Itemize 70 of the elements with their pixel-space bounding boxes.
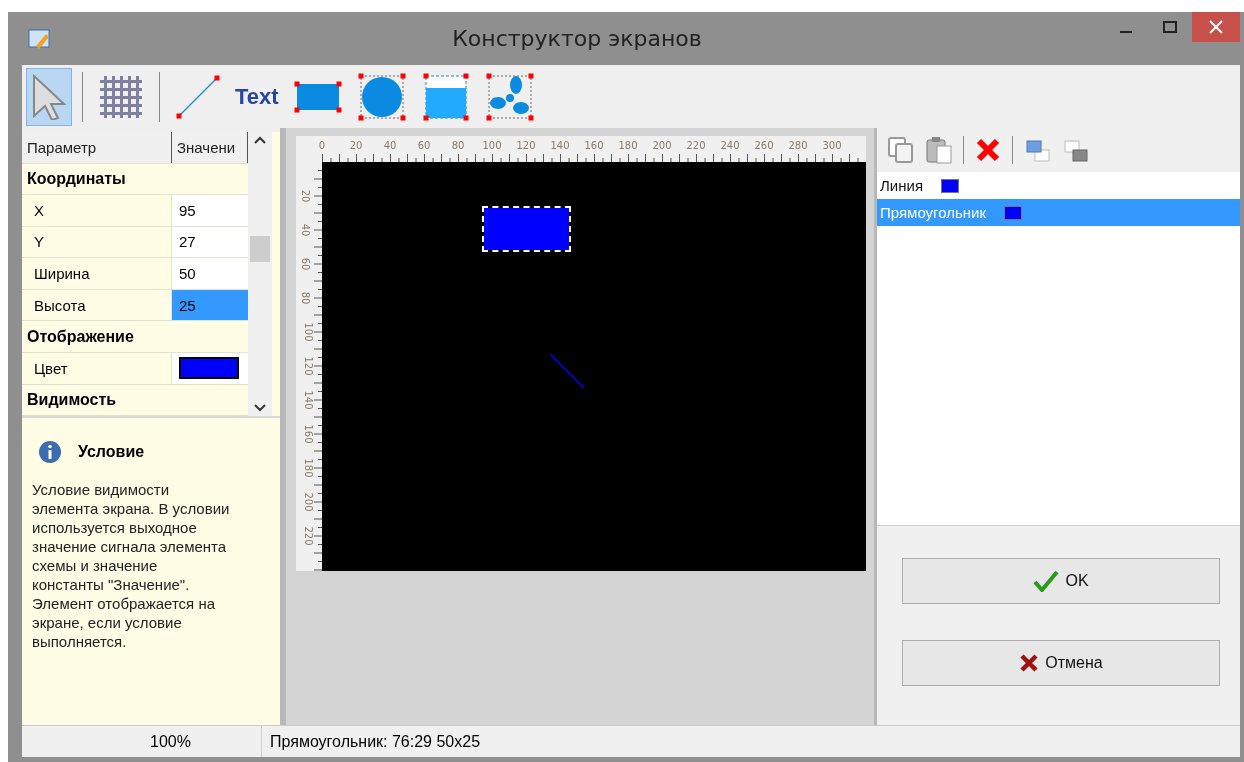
help-title: Условие — [78, 443, 145, 461]
scroll-down-icon[interactable] — [254, 404, 266, 412]
line-tool-icon — [175, 73, 221, 120]
cross-icon — [1019, 653, 1040, 673]
window-title: Конструктор экранов — [451, 26, 703, 51]
pointer-icon — [31, 73, 67, 120]
ruler-label: 20 — [349, 140, 363, 151]
property-value[interactable]: 95 — [172, 195, 248, 226]
scrollbar-thumb[interactable] — [250, 236, 270, 262]
ruler-label: 100 — [482, 140, 502, 151]
column-header[interactable]: Параметр — [22, 132, 172, 163]
ruler-label: 80 — [451, 140, 465, 151]
object-name: Прямоугольник — [880, 204, 986, 221]
copy-icon — [887, 136, 915, 164]
property-value[interactable]: 25 — [172, 289, 248, 321]
pointer-tool[interactable] — [26, 67, 72, 126]
ruler-label: 40 — [383, 140, 397, 151]
scrollbar[interactable] — [248, 132, 272, 416]
ruler-label: 220 — [686, 140, 706, 151]
circle-tool-icon — [356, 71, 407, 122]
status-text: Прямоугольник: 76:29 50x25 — [269, 732, 481, 751]
fan-tool-icon — [484, 71, 535, 122]
ruler-label: 260 — [754, 140, 774, 151]
ruler-label: 60 — [299, 257, 311, 271]
ruler-label: 200 — [652, 140, 672, 151]
rectangle-shape[interactable] — [483, 207, 569, 251]
ok-button[interactable]: OK — [902, 558, 1220, 604]
text-tool[interactable]: Text — [230, 67, 284, 126]
column-header[interactable]: Значени — [172, 132, 248, 163]
cancel-button[interactable]: Отмена — [902, 640, 1220, 686]
ruler-label: 180 — [618, 140, 638, 151]
ruler-label: 60 — [417, 140, 431, 151]
ruler-label: 40 — [299, 223, 311, 237]
property-value[interactable]: 27 — [172, 226, 248, 258]
group-header: Отображение — [26, 326, 135, 347]
ruler-label: 140 — [303, 390, 315, 410]
zoom-level: 100% — [150, 732, 191, 751]
group-header: Координаты — [26, 168, 127, 189]
info-icon — [38, 440, 62, 464]
ruler-label: 280 — [788, 140, 808, 151]
ruler-label: 120 — [303, 356, 315, 376]
ruler-label: 20 — [299, 189, 311, 203]
maximize-icon — [1163, 21, 1177, 33]
paste-icon — [925, 136, 953, 164]
close-button[interactable] — [1192, 12, 1240, 42]
delete-icon — [975, 137, 1001, 163]
ruler-label: 220 — [303, 526, 315, 546]
app-icon — [28, 27, 50, 50]
ruler-label: 180 — [303, 458, 315, 478]
ruler-label: 160 — [303, 424, 315, 444]
group-header: Видимость — [26, 389, 118, 410]
ruler-label: 240 — [720, 140, 740, 151]
ruler-label: 140 — [550, 140, 570, 151]
property-value[interactable]: 50 — [172, 258, 248, 289]
close-icon — [1209, 20, 1223, 34]
ruler-label: 300 — [822, 140, 842, 151]
ruler-label: 160 — [584, 140, 604, 151]
ruler-label: 200 — [303, 492, 315, 512]
grid-icon — [98, 73, 144, 120]
scroll-up-icon[interactable] — [254, 136, 266, 144]
ruler-label: 0 — [318, 140, 326, 151]
ruler-label: 120 — [516, 140, 536, 151]
minimize-icon — [1120, 31, 1132, 33]
ruler-label: 80 — [299, 291, 311, 305]
ruler-label: 100 — [303, 322, 315, 342]
line-shape[interactable] — [549, 354, 584, 389]
help-text: Условие видимости элемента экрана. В условии используется выходное значение сигнала элемента схемы и значение константы "Значение". Элемент отображается на экране, если условие выполняется. — [32, 480, 231, 651]
object-name: Линия — [880, 177, 923, 194]
check-icon — [1033, 570, 1060, 592]
color-swatch[interactable] — [179, 357, 239, 380]
